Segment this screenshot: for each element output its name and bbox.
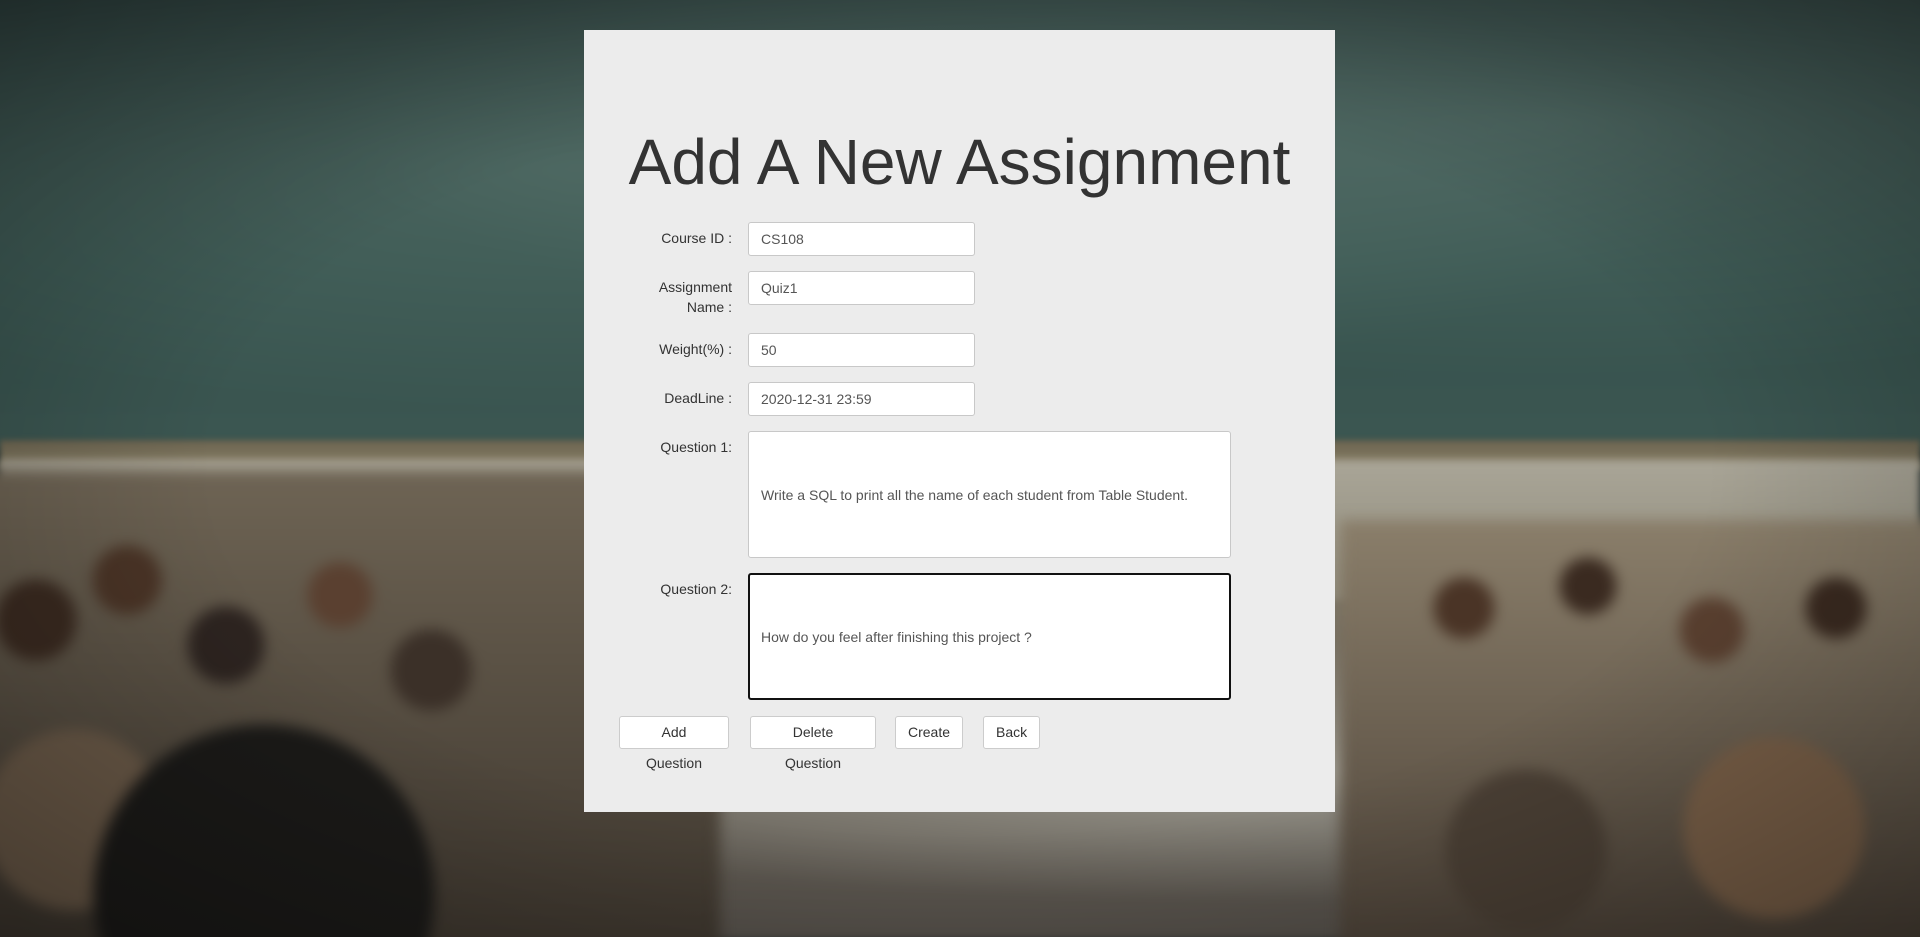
back-button[interactable]: Back xyxy=(983,716,1040,749)
delete-question-button[interactable]: Delete Question xyxy=(750,716,876,771)
course-id-label: Course ID : xyxy=(661,230,732,246)
weight-field[interactable] xyxy=(748,333,975,367)
add-question-button[interactable]: Add Question xyxy=(619,716,729,771)
weight-label: Weight(%) : xyxy=(659,341,732,357)
question-1-text: Write a SQL to print all the name of eac… xyxy=(761,486,1188,503)
deadline-field[interactable] xyxy=(748,382,975,416)
question-2-text: How do you feel after finishing this pro… xyxy=(761,628,1032,645)
question-2-textarea[interactable]: How do you feel after finishing this pro… xyxy=(748,573,1231,700)
question-2-label: Question 2: xyxy=(660,581,732,597)
create-button[interactable]: Create xyxy=(895,716,963,749)
course-id-field[interactable] xyxy=(748,222,975,256)
page-title: Add A New Assignment xyxy=(628,126,1291,198)
deadline-label: DeadLine : xyxy=(664,390,732,406)
question-1-textarea[interactable]: Write a SQL to print all the name of eac… xyxy=(748,431,1231,558)
question-1-label: Question 1: xyxy=(660,439,732,455)
assignment-name-label: Assignment Name : xyxy=(584,277,732,317)
assignment-form-panel: Add A New Assignment Course ID : Assignm… xyxy=(584,30,1335,812)
assignment-name-field[interactable] xyxy=(748,271,975,305)
assignment-name-label-line1: Assignment xyxy=(658,279,732,295)
assignment-name-label-line2: Name : xyxy=(686,299,732,315)
